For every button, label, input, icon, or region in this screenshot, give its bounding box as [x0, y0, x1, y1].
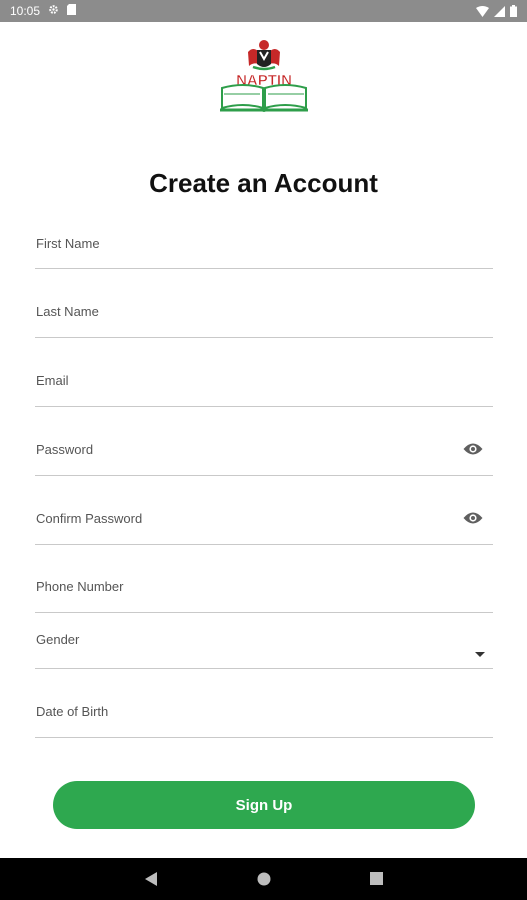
signal-icon [494, 5, 505, 17]
eye-icon[interactable] [463, 442, 483, 461]
email-field[interactable]: Email [35, 367, 493, 407]
wifi-icon [476, 5, 489, 17]
password-label: Password [36, 442, 94, 457]
eye-icon[interactable] [463, 511, 483, 530]
email-label: Email [36, 373, 69, 388]
confirm-password-field[interactable]: Confirm Password [35, 505, 493, 545]
back-icon[interactable] [144, 871, 158, 892]
last-name-field[interactable]: Last Name [35, 298, 493, 338]
first-name-field[interactable]: First Name [35, 230, 493, 269]
sd-card-icon [67, 4, 77, 18]
sign-up-button[interactable]: Sign Up [53, 781, 475, 829]
navigation-bar [0, 858, 527, 900]
dropdown-arrow-icon[interactable] [475, 645, 485, 663]
status-bar: 10:05 [0, 0, 527, 22]
confirm-password-label: Confirm Password [36, 511, 143, 526]
date-of-birth-label: Date of Birth [36, 704, 109, 719]
first-name-label: First Name [36, 236, 100, 251]
home-icon[interactable] [257, 872, 271, 891]
recents-icon[interactable] [370, 872, 383, 890]
battery-icon [510, 5, 517, 17]
phone-number-field[interactable]: Phone Number [35, 573, 493, 613]
date-of-birth-field[interactable]: Date of Birth [35, 698, 493, 738]
last-name-label: Last Name [36, 304, 99, 319]
settings-icon [48, 4, 59, 18]
status-time: 10:05 [10, 4, 41, 18]
phone-number-label: Phone Number [36, 579, 124, 594]
password-field[interactable]: Password [35, 436, 493, 476]
gender-select[interactable]: Gender [35, 628, 493, 669]
naptin-logo: NAPTIN [218, 38, 310, 114]
gender-label: Gender [36, 632, 80, 647]
page-title: Create an Account [149, 168, 378, 198]
